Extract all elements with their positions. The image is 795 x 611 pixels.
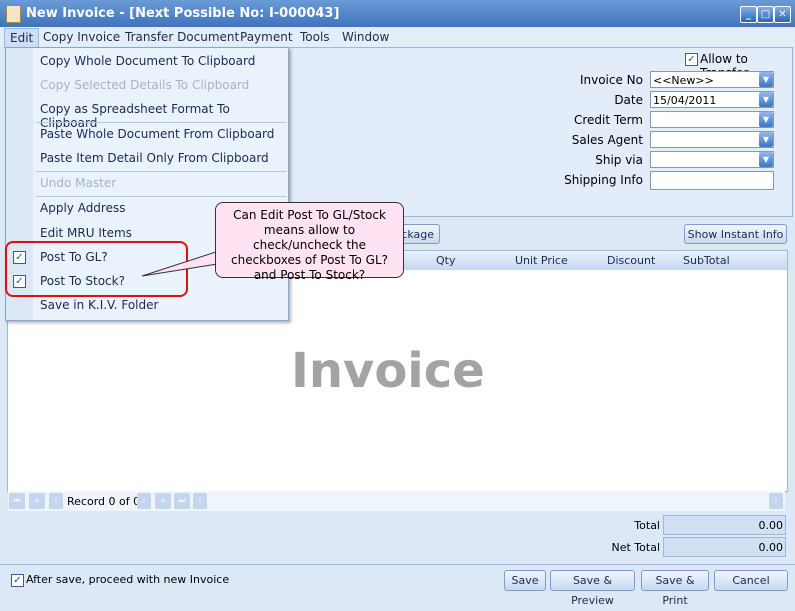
callout-note: Can Edit Post To GL/Stock means allow to… <box>215 202 404 282</box>
callout-tail <box>141 249 231 277</box>
